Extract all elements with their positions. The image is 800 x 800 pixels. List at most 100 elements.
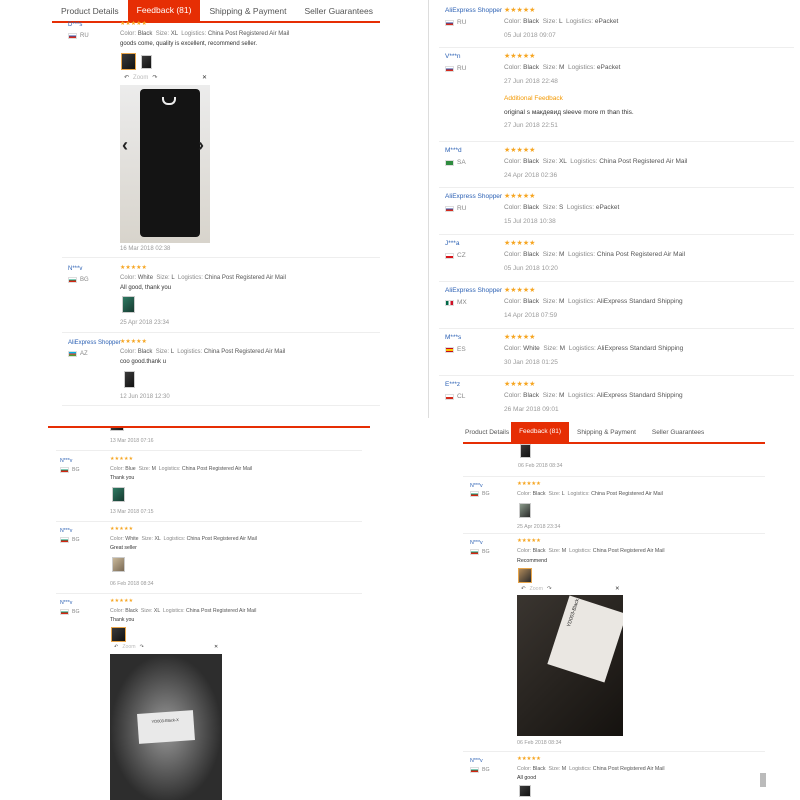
rating-stars: ★★★★★ bbox=[110, 456, 134, 462]
review-date: 13 Mar 2018 07:16 bbox=[110, 438, 154, 444]
close-icon[interactable]: ✕ bbox=[214, 644, 218, 650]
tab-shipping-payment[interactable]: Shipping & Payment bbox=[569, 424, 644, 442]
feedback-item: M***d SA ★★★★★ Color: Black Size: XL Log… bbox=[439, 142, 794, 188]
tab-shipping-payment[interactable]: Shipping & Payment bbox=[200, 2, 295, 21]
buyer-name[interactable]: AliExpress Shopper bbox=[445, 7, 502, 14]
rotate-right-icon[interactable]: ↷ bbox=[547, 586, 551, 592]
rating-stars: ★★★★★ bbox=[110, 526, 134, 532]
review-photo-thumb[interactable] bbox=[520, 444, 531, 458]
review-text: All good bbox=[517, 775, 537, 781]
order-info: Color: Black Size: XL Logistics: China P… bbox=[504, 158, 688, 165]
rating-stars: ★★★★★ bbox=[517, 481, 541, 487]
review-photo-thumb[interactable] bbox=[122, 296, 135, 313]
flag-icon bbox=[445, 252, 454, 259]
feedback-item: D***s RU ★★★★★ Color: Black Size: XL Log… bbox=[62, 20, 380, 258]
feedback-panel-3: 13 Mar 2018 07:16 N***v BG ★★★★★ Color: … bbox=[48, 426, 370, 800]
buyer-name[interactable]: N***v bbox=[60, 458, 72, 464]
rating-stars: ★★★★★ bbox=[504, 381, 536, 388]
review-photo-thumb[interactable] bbox=[121, 53, 136, 70]
buyer-name[interactable]: N***v bbox=[470, 540, 483, 546]
buyer-country: SA bbox=[445, 159, 466, 166]
scrollbar-thumb[interactable] bbox=[760, 773, 766, 787]
feedback-panel-2: AliExpress Shopper RU ★★★★★ Color: Black… bbox=[428, 0, 800, 418]
review-photo-thumb[interactable] bbox=[141, 55, 152, 69]
review-date: 14 Apr 2018 07:59 bbox=[504, 312, 558, 319]
order-info: Color: Black Size: L Logistics: China Po… bbox=[120, 349, 286, 355]
feedback-panel-1: Product Details Feedback (81) Shipping &… bbox=[0, 0, 385, 410]
flag-icon bbox=[60, 609, 69, 615]
flag-icon bbox=[68, 33, 77, 39]
review-date: 12 Jun 2018 12:30 bbox=[120, 394, 170, 400]
rating-stars: ★★★★★ bbox=[120, 21, 147, 27]
rotate-left-icon[interactable]: ↶ bbox=[124, 74, 129, 81]
next-photo-icon[interactable]: › bbox=[198, 135, 204, 156]
review-photo-thumb[interactable] bbox=[519, 503, 531, 518]
tab-seller-guarantees[interactable]: Seller Guarantees bbox=[644, 424, 712, 442]
photo-viewer: ↶ Zoom ↷ ✕ ‹ › bbox=[120, 73, 212, 243]
buyer-name[interactable]: AliExpress Shopper bbox=[445, 193, 502, 200]
buyer-name[interactable]: N***v bbox=[68, 266, 82, 272]
package-label: YD003-Black bbox=[547, 595, 623, 683]
package-label: YD003-Black-X bbox=[137, 710, 195, 744]
rating-stars: ★★★★★ bbox=[504, 240, 536, 247]
buyer-name[interactable]: D***s bbox=[68, 22, 82, 28]
review-date: 30 Jan 2018 01:25 bbox=[504, 359, 558, 366]
flag-icon bbox=[445, 299, 454, 306]
rating-stars: ★★★★★ bbox=[504, 53, 536, 60]
review-date: 06 Feb 2018 08:34 bbox=[518, 463, 563, 469]
rotate-left-icon[interactable]: ↶ bbox=[521, 586, 525, 592]
close-icon[interactable]: ✕ bbox=[615, 586, 619, 592]
buyer-name[interactable]: N***v bbox=[60, 600, 72, 606]
buyer-name[interactable]: AliExpress Shopper bbox=[68, 340, 121, 346]
review-photo-thumb[interactable] bbox=[110, 428, 124, 431]
tab-product-details[interactable]: Product Details bbox=[463, 424, 511, 442]
buyer-country: RU bbox=[445, 65, 466, 72]
feedback-item: E***z CL ★★★★★ Color: Black Size: M Logi… bbox=[439, 376, 794, 418]
feedback-item: N***v BG ★★★★★ Color: Black Size: M Logi… bbox=[463, 536, 765, 752]
order-info: Color: Black Size: M Logistics: China Po… bbox=[517, 548, 665, 554]
review-photo-thumb[interactable] bbox=[518, 568, 532, 583]
buyer-name[interactable]: V***n bbox=[445, 53, 461, 60]
rating-stars: ★★★★★ bbox=[517, 756, 541, 762]
order-info: Color: Black Size: XL Logistics: China P… bbox=[120, 31, 290, 37]
buyer-country: BG bbox=[470, 549, 490, 555]
review-photo-thumb[interactable] bbox=[111, 627, 126, 642]
review-date: 06 Feb 2018 08:34 bbox=[517, 740, 562, 746]
buyer-name[interactable]: N***v bbox=[470, 483, 483, 489]
buyer-name[interactable]: M***d bbox=[445, 147, 462, 154]
flag-icon bbox=[68, 277, 77, 283]
buyer-name[interactable]: J***a bbox=[445, 240, 459, 247]
rotate-right-icon[interactable]: ↷ bbox=[140, 644, 144, 650]
tab-seller-guarantees[interactable]: Seller Guarantees bbox=[295, 2, 382, 21]
rating-stars: ★★★★★ bbox=[504, 147, 536, 154]
tab-feedback[interactable]: Feedback (81) bbox=[127, 0, 201, 21]
buyer-name[interactable]: AliExpress Shopper bbox=[445, 287, 502, 294]
review-photo-large: YD003-Black bbox=[517, 595, 623, 736]
review-photo-thumb[interactable] bbox=[124, 371, 135, 388]
rating-stars: ★★★★★ bbox=[120, 339, 147, 345]
flag-icon bbox=[470, 491, 479, 497]
buyer-name[interactable]: N***v bbox=[470, 758, 483, 764]
flag-icon bbox=[60, 537, 69, 543]
prev-photo-icon[interactable]: ‹ bbox=[122, 135, 128, 156]
feedback-item: AliExpress Shopper AZ ★★★★★ Color: Black… bbox=[62, 336, 380, 406]
review-photo-thumb[interactable] bbox=[519, 785, 531, 797]
tab-feedback[interactable]: Feedback (81) bbox=[511, 422, 569, 442]
rotate-right-icon[interactable]: ↷ bbox=[152, 74, 157, 81]
buyer-name[interactable]: N***v bbox=[60, 528, 72, 534]
buyer-name[interactable]: M***s bbox=[445, 334, 461, 341]
review-photo-thumb[interactable] bbox=[112, 557, 125, 572]
feedback-item: N***v BG ★★★★★ Color: Black Size: M Logi… bbox=[463, 754, 765, 800]
close-icon[interactable]: ✕ bbox=[202, 74, 207, 81]
buyer-country: BG bbox=[68, 277, 89, 283]
order-info: Color: Black Size: M Logistics: ePacket bbox=[504, 64, 621, 71]
flag-icon bbox=[68, 351, 77, 357]
tab-product-details[interactable]: Product Details bbox=[52, 2, 128, 21]
buyer-country: RU bbox=[445, 19, 466, 26]
review-date: 25 Apr 2018 23:34 bbox=[517, 524, 561, 530]
buyer-country: BG bbox=[470, 491, 490, 497]
product-sleeve-image bbox=[140, 89, 200, 237]
rotate-left-icon[interactable]: ↶ bbox=[114, 644, 118, 650]
review-photo-thumb[interactable] bbox=[112, 487, 125, 502]
buyer-name[interactable]: E***z bbox=[445, 381, 460, 388]
